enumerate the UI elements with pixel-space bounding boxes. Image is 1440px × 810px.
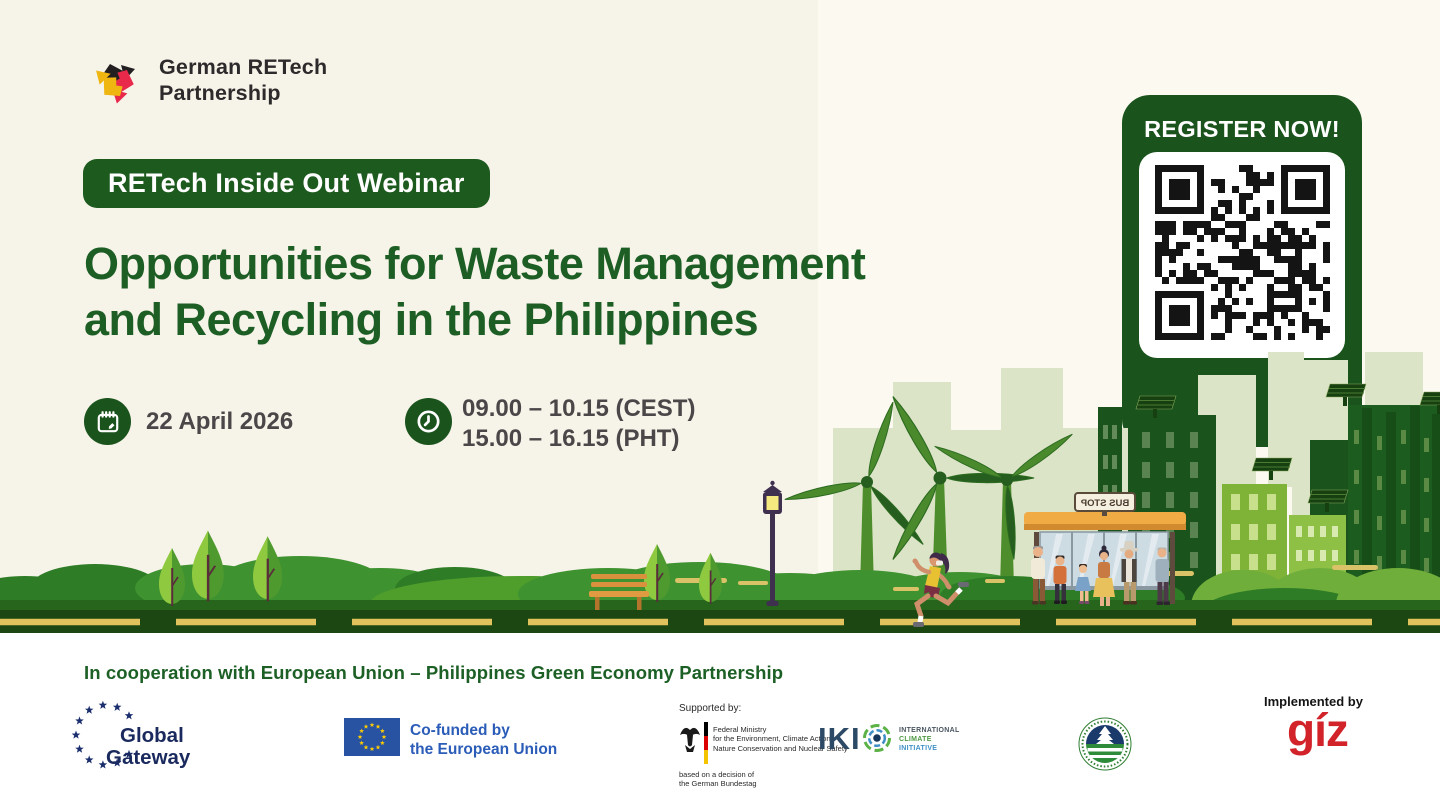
eu-cofunded-label: Co-funded by the European Union: [410, 722, 557, 760]
svg-text:Global: Global: [120, 724, 184, 747]
event-date: 22 April 2026: [146, 407, 293, 437]
iki-circles-icon: [862, 723, 892, 753]
supported-by-label: Supported by:: [679, 703, 741, 714]
denr-seal-icon: [1078, 717, 1132, 771]
iki-abbr: IKI: [818, 721, 861, 757]
giz-logo: gíz: [1287, 703, 1348, 757]
register-panel[interactable]: REGISTER NOW!: [1122, 95, 1362, 447]
event-time: 09.00 – 10.15 (CEST) 15.00 – 16.15 (PHT): [462, 394, 695, 454]
event-type-badge: RETech Inside Out Webinar: [83, 159, 490, 208]
qr-code[interactable]: [1139, 152, 1345, 358]
german-flag-stripe: [704, 722, 708, 764]
svg-text:Gateway: Gateway: [106, 746, 191, 769]
global-gateway-logo: Global Gateway: [72, 696, 292, 786]
federal-eagle-icon: [678, 721, 702, 755]
eu-flag-icon: [344, 718, 400, 756]
tree: [159, 530, 722, 606]
footer: In cooperation with European Union – Phi…: [0, 633, 1440, 810]
brand-name: German RETech Partnership: [159, 54, 327, 106]
webinar-poster: German RETech Partnership RETech Inside …: [0, 0, 1440, 810]
calendar-icon: [84, 398, 131, 445]
badge-label: RETech Inside Out Webinar: [108, 168, 465, 199]
park-bench: [589, 574, 649, 610]
bundestag-note: based on a decision of the German Bundes…: [679, 770, 757, 789]
recycling-icon: [85, 52, 147, 108]
cooperation-note: In cooperation with European Union – Phi…: [84, 662, 783, 684]
street-lamp: [763, 481, 782, 606]
iki-name: INTERNATIONAL CLIMATE INITIATIVE: [899, 726, 960, 753]
clock-icon: [405, 398, 452, 445]
brand-logo: German RETech Partnership: [85, 52, 327, 108]
page-title: Opportunities for Waste Management and R…: [84, 236, 865, 348]
register-cta: REGISTER NOW!: [1122, 116, 1362, 143]
